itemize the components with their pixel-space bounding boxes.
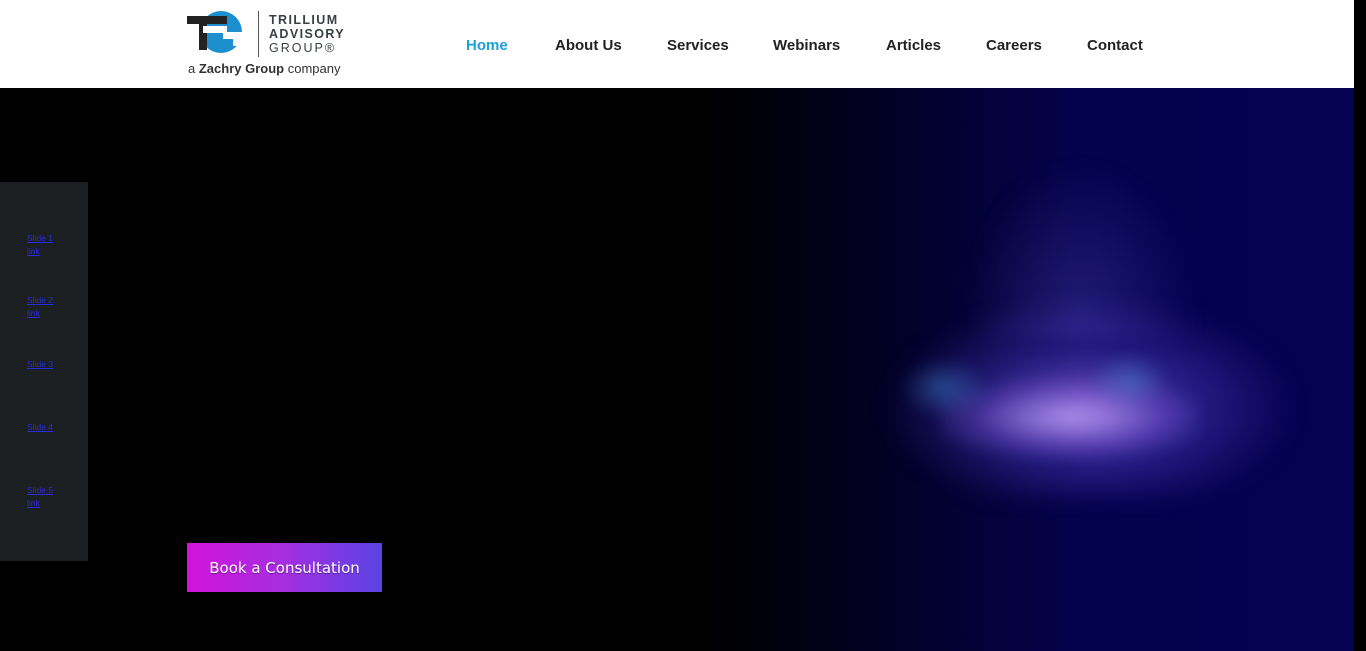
slider-link-2[interactable]: Slide 2 link	[27, 294, 65, 320]
hero-stage-light-right	[1090, 353, 1170, 408]
site-header: TRILLIUM ADVISORY GROUP® a Zachry Group …	[0, 0, 1354, 88]
slider-nav-panel: Slide 1 link Slide 2 link Slide 3 Slide …	[0, 182, 88, 561]
book-consultation-button[interactable]: Book a Consultation	[187, 543, 382, 592]
slider-link-4[interactable]: Slide 4	[27, 421, 65, 434]
nav-articles[interactable]: Articles	[886, 37, 941, 54]
slider-link-1[interactable]: Slide 1 link	[27, 232, 65, 258]
slider-link-5[interactable]: Slide 5 link	[27, 484, 65, 510]
hero-stage-light-left	[900, 358, 990, 418]
nav-careers[interactable]: Careers	[986, 37, 1042, 54]
nav-home[interactable]: Home	[466, 37, 508, 54]
slider-link-3[interactable]: Slide 3	[27, 358, 65, 371]
nav-contact[interactable]: Contact	[1087, 37, 1143, 54]
logo-line-1: TRILLIUM	[269, 13, 339, 27]
main-nav: Home About Us Services Webinars Articles…	[0, 37, 1354, 57]
nav-about-us[interactable]: About Us	[555, 37, 622, 54]
logo-tag-suffix: company	[287, 61, 341, 76]
nav-services[interactable]: Services	[667, 37, 729, 54]
logo-tagline: a Zachry Group company	[188, 61, 340, 76]
logo-tag-brand: Zachry Group	[198, 61, 285, 76]
nav-webinars[interactable]: Webinars	[773, 37, 840, 54]
logo-tag-prefix: a	[188, 61, 196, 76]
